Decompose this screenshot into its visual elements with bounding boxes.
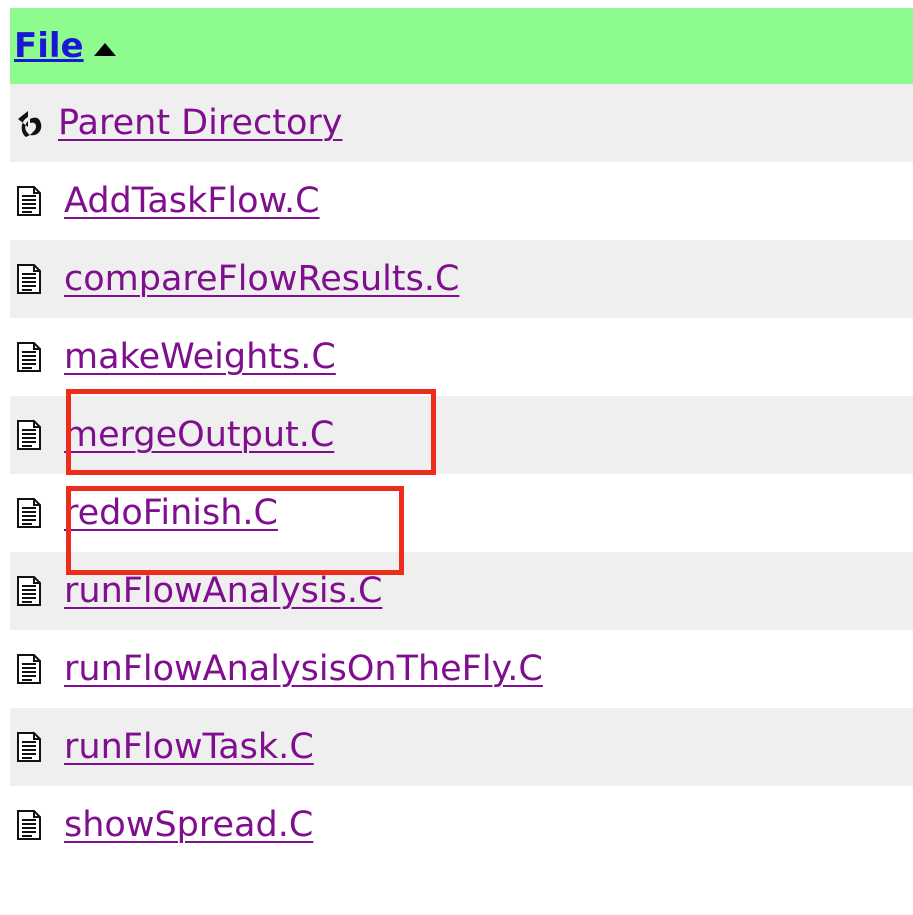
parent-directory-label: Parent Directory — [58, 103, 343, 143]
file-name: runFlowAnalysisOnTheFly.C — [64, 649, 543, 689]
text-file-icon — [17, 420, 41, 450]
text-file-icon — [17, 810, 41, 840]
file-link[interactable]: runFlowAnalysis.C — [16, 571, 382, 611]
file-name: AddTaskFlow.C — [64, 181, 320, 221]
highlight-box-merge-output — [66, 389, 436, 475]
text-file-icon — [17, 498, 41, 528]
parent-directory-icon — [18, 111, 42, 137]
list-item: runFlowAnalysisOnTheFly.C — [10, 630, 913, 708]
file-link[interactable]: showSpread.C — [16, 805, 313, 845]
file-name: runFlowAnalysis.C — [64, 571, 383, 611]
sort-by-file-link[interactable]: File — [14, 26, 84, 66]
list-item-parent-directory: Parent Directory — [10, 84, 913, 162]
highlight-box-redo-finish — [66, 486, 404, 575]
file-link[interactable]: compareFlowResults.C — [16, 259, 459, 299]
file-name: makeWeights.C — [64, 337, 336, 377]
parent-directory-link[interactable]: Parent Directory — [16, 103, 342, 143]
file-name: runFlowTask.C — [64, 727, 314, 767]
list-item: runFlowTask.C — [10, 708, 913, 786]
text-file-icon — [17, 576, 41, 606]
file-link[interactable]: makeWeights.C — [16, 337, 336, 377]
list-item: showSpread.C — [10, 786, 913, 864]
file-name: compareFlowResults.C — [64, 259, 460, 299]
list-item: compareFlowResults.C — [10, 240, 913, 318]
text-file-icon — [17, 654, 41, 684]
text-file-icon — [17, 186, 41, 216]
text-file-icon — [17, 264, 41, 294]
file-name: showSpread.C — [64, 805, 314, 845]
file-link[interactable]: runFlowTask.C — [16, 727, 314, 767]
text-file-icon — [17, 342, 41, 372]
sort-ascending-icon — [93, 42, 116, 56]
listing-header: File — [10, 8, 913, 84]
file-link[interactable]: AddTaskFlow.C — [16, 181, 320, 221]
text-file-icon — [17, 732, 41, 762]
file-link[interactable]: runFlowAnalysisOnTheFly.C — [16, 649, 543, 689]
list-item: AddTaskFlow.C — [10, 162, 913, 240]
list-item: makeWeights.C — [10, 318, 913, 396]
